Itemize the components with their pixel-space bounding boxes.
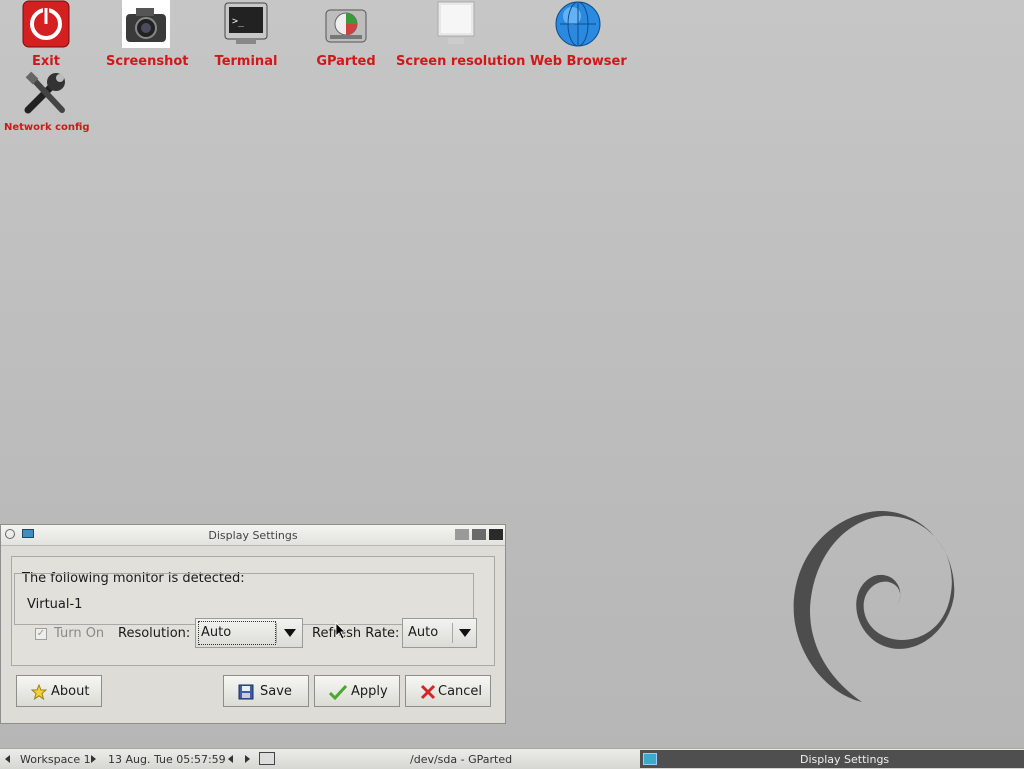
terminal-icon: >_ — [222, 0, 270, 48]
disk-icon — [322, 0, 370, 48]
clock: 13 Aug. Tue 05:57:59 — [108, 753, 226, 766]
cancel-x-icon — [420, 684, 436, 700]
globe-icon — [554, 0, 602, 48]
mouse-cursor-icon — [335, 622, 347, 644]
refresh-rate-select[interactable]: Auto — [402, 618, 477, 648]
desktop-icon-terminal[interactable]: >_ Terminal — [206, 0, 286, 69]
camera-icon — [122, 0, 170, 48]
monitor-icon — [432, 0, 480, 48]
workspace-label[interactable]: Workspace 1 — [20, 753, 91, 766]
monitor-name: Virtual-1 — [25, 597, 85, 612]
desktop-icon-label: Exit — [32, 54, 60, 69]
display-settings-window: Display Settings The following monitor i… — [0, 524, 506, 724]
debian-logo — [788, 508, 958, 703]
svg-text:>_: >_ — [232, 16, 245, 27]
show-desktop-icon[interactable] — [259, 752, 275, 765]
apply-button[interactable]: Apply — [314, 675, 400, 707]
desktop-icon-label: Web Browser — [530, 54, 627, 69]
desktop-icon-screenshot[interactable]: Screenshot — [106, 0, 189, 69]
minimize-icon[interactable] — [455, 529, 469, 540]
desktop-icon-network-config[interactable]: Network config — [4, 70, 90, 133]
maximize-icon[interactable] — [472, 529, 486, 540]
chevron-down-icon — [459, 629, 471, 637]
power-icon — [22, 0, 70, 48]
task-prev-icon[interactable] — [228, 755, 233, 763]
resolution-select[interactable]: Auto — [195, 618, 303, 648]
taskbar: Workspace 1 13 Aug. Tue 05:57:59 /dev/sd… — [0, 748, 1024, 769]
desktop-icon-label: GParted — [316, 54, 376, 69]
window-title: Display Settings — [208, 529, 298, 542]
tools-icon — [22, 70, 70, 118]
desktop-icon-exit[interactable]: Exit — [14, 0, 78, 69]
task-next-icon[interactable] — [245, 755, 250, 763]
resolution-value: Auto — [201, 625, 232, 640]
desktop-icon-gparted[interactable]: GParted — [306, 0, 386, 69]
task-display-settings[interactable]: Display Settings — [640, 750, 1024, 768]
about-button[interactable]: About — [16, 675, 102, 707]
about-label: About — [51, 684, 90, 699]
task-gparted[interactable]: /dev/sda - GParted — [410, 753, 512, 766]
checkmark-icon — [328, 684, 348, 701]
save-button[interactable]: Save — [223, 675, 309, 707]
task-display-settings-label: Display Settings — [800, 753, 890, 766]
desktop-icon-label: Screenshot — [106, 54, 189, 69]
close-icon[interactable] — [489, 529, 503, 540]
refresh-rate-label: Refresh Rate: — [312, 626, 400, 641]
floppy-icon — [238, 684, 254, 700]
desktop-icon-label: Screen resolution — [396, 54, 526, 69]
workspace-next-icon[interactable] — [91, 755, 96, 763]
resolution-label: Resolution: — [118, 626, 191, 641]
desktop-icon-web-browser[interactable]: Web Browser — [530, 0, 627, 69]
desktop-icon-label: Network config — [4, 122, 90, 133]
cancel-button[interactable]: Cancel — [405, 675, 491, 707]
desktop-icon-label: Terminal — [214, 54, 278, 69]
refresh-rate-value: Auto — [408, 625, 439, 640]
star-icon — [30, 683, 48, 701]
cancel-label: Cancel — [438, 684, 483, 699]
turn-on-checkbox[interactable]: ✓ — [35, 628, 47, 640]
desktop: { "desktop": { "icons": [ {"label": "Exi… — [0, 0, 1024, 769]
apply-label: Apply — [351, 684, 388, 699]
save-label: Save — [260, 684, 292, 699]
desktop-icon-screen-resolution[interactable]: Screen resolution — [396, 0, 526, 69]
workspace-prev-icon[interactable] — [5, 755, 10, 763]
turn-on-label: Turn On — [54, 626, 105, 641]
chevron-down-icon — [284, 629, 296, 637]
display-icon — [643, 753, 657, 765]
window-titlebar[interactable]: Display Settings — [1, 525, 505, 546]
